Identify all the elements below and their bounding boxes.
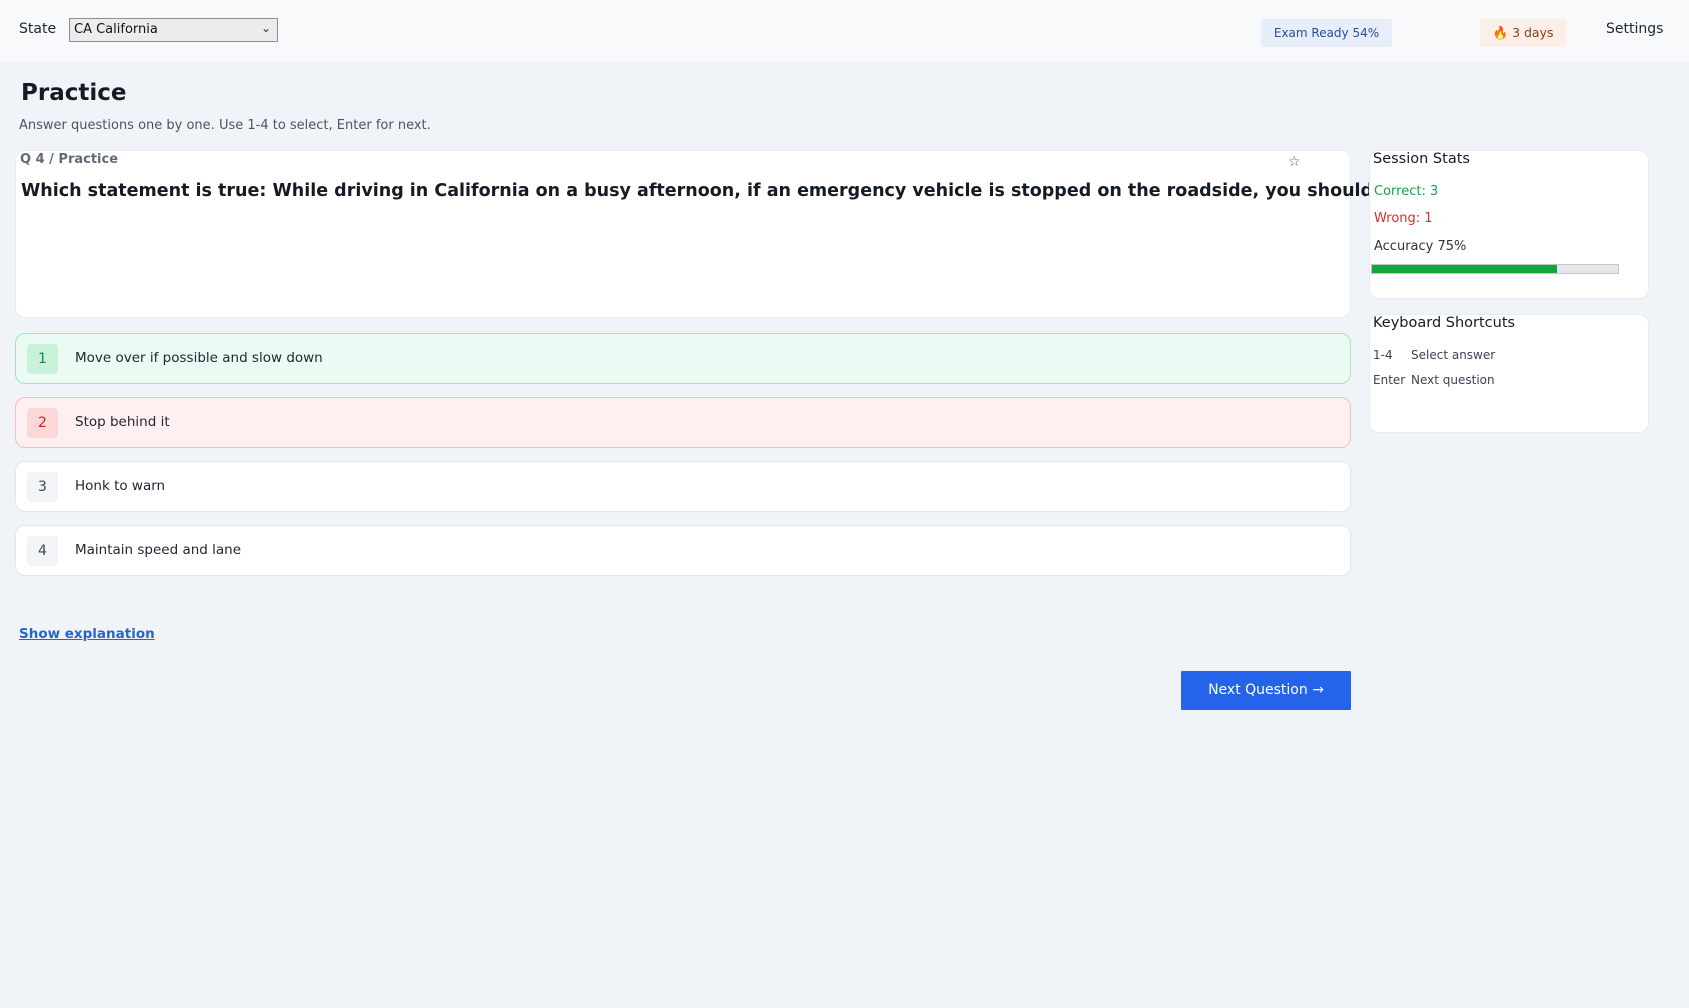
answer-option-2[interactable]: 2 Stop behind it [15,397,1351,448]
answer-option-1[interactable]: 1 Move over if possible and slow down [15,333,1351,384]
flame-icon: 🔥 [1492,25,1509,40]
option-number: 2 [27,408,58,438]
question-card: Q 4 / Practice ☆ Which statement is true… [15,150,1390,318]
accuracy-label: Accuracy 75% [1374,239,1467,254]
question-meta: Q 4 / Practice [20,152,119,167]
chevron-down-icon: ⌄ [260,21,271,35]
option-text: Move over if possible and slow down [75,350,323,366]
answer-option-3[interactable]: 3 Honk to warn [15,461,1351,512]
option-text: Honk to warn [75,478,166,494]
accuracy-progress-fill [1372,265,1557,273]
shortcut-row: Enter Next question [1373,373,1495,387]
option-number: 4 [27,536,58,566]
session-stats-card: Session Stats Correct: 3 Wrong: 1 Accura… [1369,150,1649,299]
shortcut-desc: Next question [1411,373,1495,387]
state-select-value: CA California [74,22,158,37]
streak-badge: 🔥 3 days [1480,19,1566,47]
option-text: Stop behind it [75,414,170,430]
star-icon[interactable]: ☆ [1288,154,1301,170]
wrong-count: Wrong: 1 [1374,211,1433,226]
correct-count: Correct: 3 [1374,184,1439,199]
shortcut-desc: Select answer [1411,348,1496,362]
keyboard-shortcuts-title: Keyboard Shortcuts [1373,315,1516,331]
shortcut-row: 1-4 Select answer [1373,348,1495,362]
streak-text: 3 days [1512,25,1554,40]
accuracy-progress-bar [1371,264,1619,274]
question-text: Which statement is true: While driving i… [21,181,1391,201]
keyboard-shortcuts-card: Keyboard Shortcuts 1-4 Select answer Ente… [1369,314,1649,433]
exam-ready-badge: Exam Ready 54% [1261,19,1392,47]
shortcut-key: Enter [1373,373,1406,387]
page-title: Practice [21,80,127,106]
answer-option-4[interactable]: 4 Maintain speed and lane [15,525,1351,576]
session-stats-title: Session Stats [1373,151,1470,167]
settings-link[interactable]: Settings [1606,21,1663,37]
option-number: 3 [27,472,58,502]
option-number: 1 [27,344,58,374]
state-label: State [19,21,57,37]
next-question-button[interactable]: Next Question → [1181,671,1351,710]
show-explanation-link[interactable]: Show explanation [19,626,155,642]
state-select[interactable]: CA California ⌄ [69,18,278,42]
page-subtitle: Answer questions one by one. Use 1-4 to … [19,118,431,133]
option-text: Maintain speed and lane [75,542,242,558]
top-bar: State CA California ⌄ Exam Ready 54% 🔥 3… [0,0,1689,62]
shortcut-key: 1-4 [1373,348,1393,362]
